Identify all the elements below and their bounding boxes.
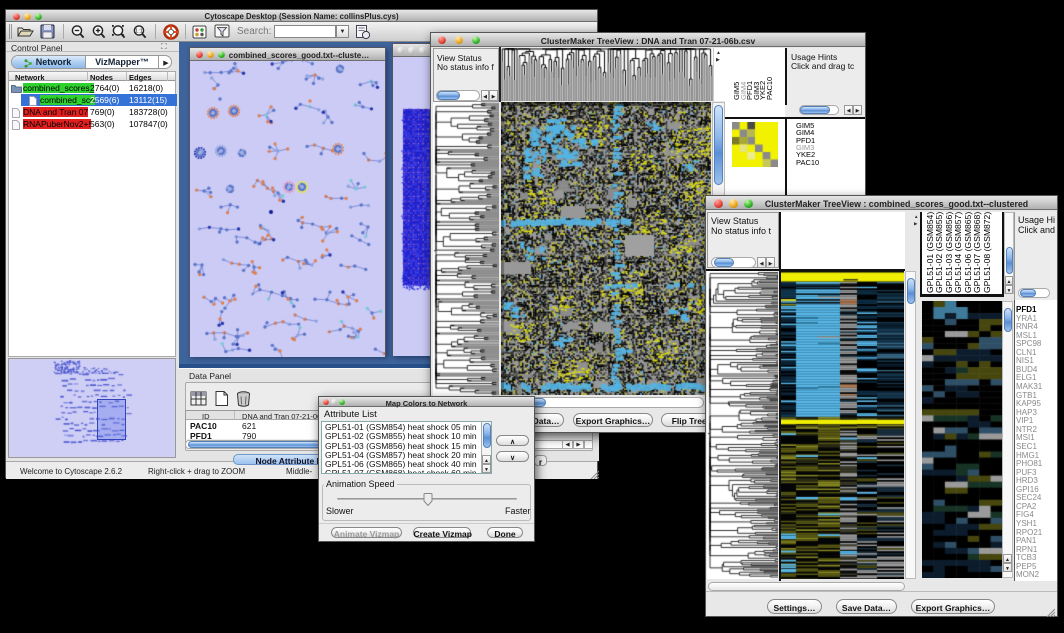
svg-text:1:1: 1:1 <box>135 29 143 35</box>
